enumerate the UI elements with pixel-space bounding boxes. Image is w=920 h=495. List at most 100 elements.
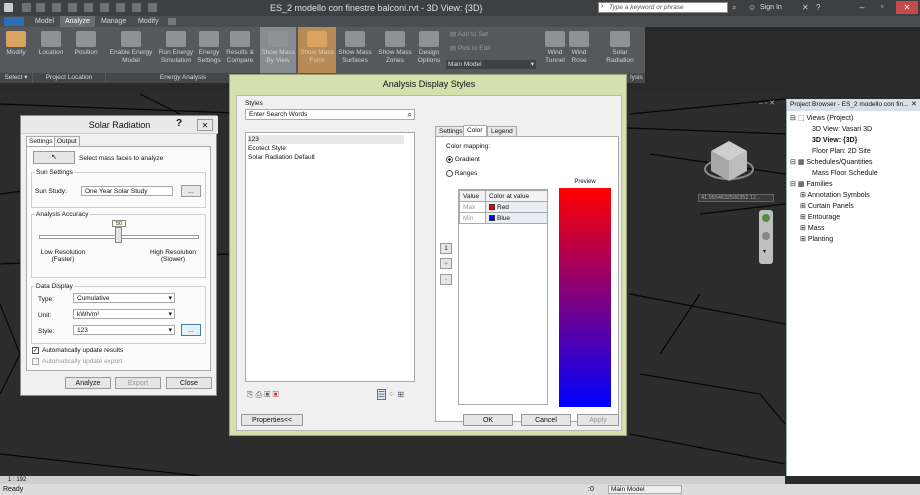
tree-views-project[interactable]: ⊟ ⬚ Views (Project) (790, 114, 853, 124)
run-energy-simulation-button[interactable]: Run Energy Simulation (156, 27, 196, 73)
list-view-icon[interactable]: ☰ (377, 389, 387, 400)
show-mass-form-button[interactable]: Show Mass Form (298, 27, 336, 73)
list-item[interactable]: Solar Radiation Default (248, 153, 315, 162)
style-select[interactable]: 123 (73, 325, 175, 335)
auto-update-checkbox[interactable]: ✓ (32, 347, 39, 354)
tree-3d-vasari[interactable]: 3D View: Vasari 3D (812, 125, 872, 135)
wind-rose-button[interactable]: Wind Rose (568, 27, 590, 73)
tree-mass[interactable]: ⊞ Mass (800, 224, 825, 234)
sun-study-field[interactable]: One Year Solar Study (81, 186, 173, 196)
energy-settings-button[interactable]: Energy Settings (196, 27, 222, 73)
save-icon[interactable] (36, 3, 45, 12)
gradient-radio[interactable]: Gradient (446, 156, 480, 163)
design-option-select[interactable]: Main Model ▾ (446, 60, 536, 69)
text-icon[interactable] (116, 3, 125, 12)
tab-analyze[interactable]: Analyze (60, 16, 95, 27)
show-mass-surfaces-button[interactable]: Show Mass Surfaces (336, 27, 374, 73)
analyze-button[interactable]: Analyze (65, 377, 111, 389)
small-icons-icon[interactable]: ⁘ (388, 390, 395, 399)
add-row-button[interactable]: + (440, 258, 452, 269)
sun-study-browse-button[interactable]: ... (181, 185, 201, 197)
design-options-button[interactable]: Design Options (414, 27, 444, 73)
tab-output[interactable]: Output (54, 136, 80, 146)
style-search-input[interactable]: Enter Search Words ⌕ (245, 109, 415, 120)
table-row[interactable]: Max Red (459, 201, 548, 213)
tab-color[interactable]: Color (463, 125, 487, 136)
user-icon[interactable]: ☺ (748, 3, 756, 12)
exchange-icon[interactable]: ✕ (802, 3, 809, 12)
chevron-down-icon[interactable]: ▾ (763, 248, 766, 255)
binoculars-icon[interactable]: ⌕ (732, 3, 736, 13)
delete-icon[interactable]: ▣ (273, 390, 279, 399)
tab-manage[interactable]: Manage (96, 16, 131, 27)
tree-curtain-panels[interactable]: ⊞ Curtain Panels (800, 202, 854, 212)
ribbon-toggle-icon[interactable] (168, 18, 176, 25)
type-select[interactable]: Cumulative (73, 293, 175, 303)
help-icon[interactable]: ? (816, 3, 820, 12)
duplicate-icon[interactable]: ⎘ (247, 390, 253, 399)
minimize-view-icon[interactable]: – (759, 100, 763, 107)
search-box[interactable]: Type a keyword or phrase › (598, 2, 728, 13)
location-button[interactable]: Location (34, 27, 68, 73)
undo-icon[interactable] (52, 3, 61, 12)
show-mass-by-view-button[interactable]: Show Mass By View (260, 27, 296, 73)
steering-wheel-icon[interactable] (762, 214, 770, 222)
tree-floor-plan[interactable]: Floor Plan: 2D Site (812, 147, 871, 157)
table-row[interactable]: Min Blue (459, 212, 548, 224)
ranges-radio[interactable]: Ranges (446, 170, 477, 177)
export-button[interactable]: Export (115, 377, 161, 389)
redo-icon[interactable] (68, 3, 77, 12)
close-view-icon[interactable]: ✕ (769, 100, 775, 107)
open-icon[interactable] (22, 3, 31, 12)
tree-schedules[interactable]: ⊟ ▦ Schedules/Quantities (790, 158, 873, 168)
ok-button[interactable]: OK (463, 414, 513, 426)
maximize-button[interactable]: ▫ (872, 2, 892, 13)
scale-label[interactable]: 1 : 192 (8, 476, 26, 484)
help-icon[interactable]: ? (176, 118, 182, 129)
cancel-button[interactable]: Cancel (521, 414, 571, 426)
apply-button[interactable]: Apply (577, 414, 619, 426)
tab-settings[interactable]: Settings (435, 126, 467, 136)
app-menu-icon[interactable] (4, 3, 13, 12)
select-faces-button[interactable]: ↖ (33, 151, 75, 164)
panel-select[interactable]: Select ▾ (0, 73, 32, 83)
active-model-select[interactable]: Main Model (608, 485, 682, 494)
application-button[interactable] (4, 17, 24, 26)
add-to-set-button[interactable]: ▤ Add to Set (450, 30, 488, 38)
unit-select[interactable]: kWh/m² (73, 309, 175, 319)
properties-toggle-button[interactable]: Properties<< (241, 414, 303, 426)
tab-settings[interactable]: Settings (26, 136, 56, 146)
large-icons-icon[interactable]: ⊞ (397, 390, 404, 399)
remove-row-button[interactable]: - (440, 274, 452, 285)
max-color-cell[interactable]: Red (485, 201, 548, 213)
rename-icon[interactable]: ⎙ (256, 390, 262, 399)
viewcube[interactable] (703, 135, 755, 187)
close-button[interactable]: ✕ (197, 119, 213, 131)
tab-model[interactable]: Model (30, 16, 59, 27)
tab-legend[interactable]: Legend (487, 126, 517, 136)
close-browser-icon[interactable]: ✕ (911, 100, 917, 108)
enable-energy-model-button[interactable]: Enable Energy Model (106, 27, 156, 73)
new-style-icon[interactable]: ▣ (264, 390, 270, 399)
auto-export-checkbox[interactable] (32, 358, 39, 365)
restore-view-icon[interactable]: ▫ (765, 100, 767, 107)
tree-families[interactable]: ⊟ ▦ Families (790, 180, 832, 190)
solar-radiation-button[interactable]: Solar Radiation (600, 27, 640, 73)
tree-planting[interactable]: ⊞ Planting (800, 235, 833, 245)
modify-button[interactable]: Modify (2, 27, 30, 73)
min-color-cell[interactable]: Blue (485, 212, 548, 224)
3d-view-icon[interactable] (132, 3, 141, 12)
tab-modify[interactable]: Modify (133, 16, 164, 27)
position-button[interactable]: Position (70, 27, 102, 73)
list-item[interactable]: Ecotect Style (248, 144, 286, 153)
pick-to-edit-button[interactable]: ▤ Pick to Edit (450, 44, 490, 52)
print-icon[interactable] (84, 3, 93, 12)
wind-tunnel-button[interactable]: Wind Tunnel (540, 27, 570, 73)
tree-entourage[interactable]: ⊞ Entourage (800, 213, 840, 223)
show-mass-zones-button[interactable]: Show Mass Zones (376, 27, 414, 73)
tree-mass-floor-schedule[interactable]: Mass Floor Schedule (812, 169, 878, 179)
accuracy-slider-thumb[interactable] (115, 227, 122, 243)
edit-style-button[interactable]: ... (181, 324, 201, 336)
zoom-icon[interactable] (762, 232, 770, 240)
minimize-button[interactable]: – (852, 2, 872, 13)
